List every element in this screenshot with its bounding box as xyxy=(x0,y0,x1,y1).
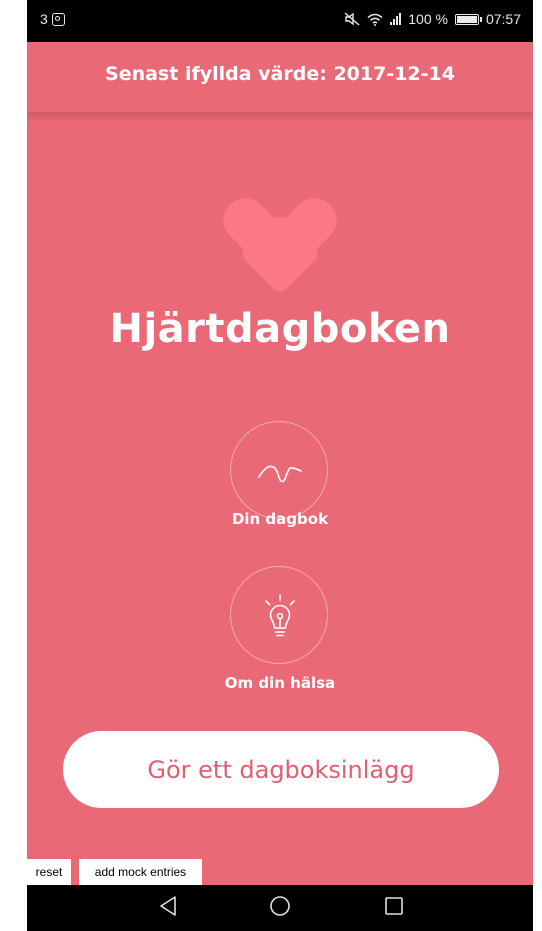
home-icon[interactable] xyxy=(269,895,291,921)
system-nav-bar xyxy=(27,885,533,931)
lightbulb-icon xyxy=(265,594,295,637)
heartbeat-line-icon xyxy=(258,465,302,483)
health-label: Om din hälsa xyxy=(224,674,336,692)
status-left: 3 xyxy=(40,11,65,27)
signal-icon xyxy=(390,13,402,25)
wifi-icon xyxy=(367,13,383,26)
battery-icon xyxy=(454,13,482,25)
recents-icon[interactable] xyxy=(384,895,404,921)
instagram-icon xyxy=(51,12,65,26)
app-title: Hjärtdagboken xyxy=(109,306,451,352)
reset-button[interactable]: reset xyxy=(27,859,71,885)
health-button[interactable] xyxy=(230,566,328,664)
app-screen: 3 100 % 07:57 Senast ifyllda värde: 2017… xyxy=(27,0,533,931)
add-mock-entries-button[interactable]: add mock entries xyxy=(79,859,202,885)
battery-percent: 100 % xyxy=(408,11,448,27)
heart-logo-icon xyxy=(223,198,337,292)
last-entry-header: Senast ifyllda värde: 2017-12-14 xyxy=(27,42,533,113)
status-bar: 3 100 % 07:57 xyxy=(27,0,533,42)
back-icon[interactable] xyxy=(158,895,178,921)
diary-label: Din dagbok xyxy=(231,510,329,528)
mute-icon xyxy=(344,12,360,26)
notification-count: 3 xyxy=(40,11,48,27)
status-time: 07:57 xyxy=(485,11,521,27)
diary-button[interactable] xyxy=(230,421,328,519)
new-entry-button[interactable]: Gör ett dagboksinlägg xyxy=(63,731,499,808)
status-right: 100 % 07:57 xyxy=(344,11,521,27)
